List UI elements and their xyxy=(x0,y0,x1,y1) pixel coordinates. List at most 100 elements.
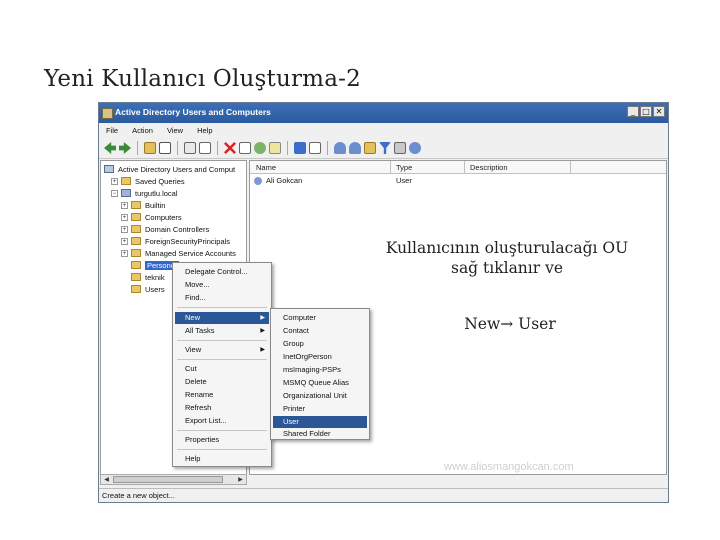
table-row[interactable]: Ali Gokcan User xyxy=(250,176,666,187)
submenu-item-group[interactable]: Group xyxy=(273,338,367,350)
expand-icon[interactable]: + xyxy=(121,237,128,245)
submenu-item-printer[interactable]: Printer xyxy=(273,403,367,415)
column-description[interactable]: Description xyxy=(470,163,508,172)
up-icon[interactable] xyxy=(144,142,156,154)
back-icon[interactable] xyxy=(104,142,116,154)
help-icon[interactable] xyxy=(294,142,306,154)
tree-item-label: Builtin xyxy=(145,200,166,210)
menu-item-delegate-control[interactable]: Delegate Control... xyxy=(175,266,269,278)
row-name: Ali Gokcan xyxy=(266,176,303,185)
filter-icon[interactable] xyxy=(379,142,391,154)
tree-item-root[interactable]: Active Directory Users and Comput xyxy=(104,163,235,175)
menu-separator xyxy=(177,307,267,308)
menu-item-refresh[interactable]: Refresh xyxy=(175,402,269,414)
expand-icon[interactable]: + xyxy=(121,225,128,233)
tree-item-teknik[interactable]: teknik xyxy=(131,271,165,283)
tree-item-domain-controllers[interactable]: + Domain Controllers xyxy=(121,223,209,235)
new-group-icon[interactable] xyxy=(349,142,361,154)
menu-bar: File Action View Help xyxy=(99,123,668,138)
expand-icon[interactable]: + xyxy=(121,213,128,221)
ou-folder-icon xyxy=(131,261,141,269)
menu-item-view[interactable]: View ▶ xyxy=(175,344,269,356)
submenu-arrow-icon: ▶ xyxy=(260,315,265,321)
new-ou-icon[interactable] xyxy=(364,142,376,154)
new-user-icon[interactable] xyxy=(334,142,346,154)
menu-action[interactable]: Action xyxy=(125,126,160,135)
submenu-item-msimaging-psps[interactable]: msImaging-PSPs xyxy=(273,364,367,376)
copy-icon[interactable] xyxy=(199,142,211,154)
domain-icon xyxy=(121,189,131,197)
tree-item-label: Computers xyxy=(145,212,182,222)
collapse-icon[interactable]: − xyxy=(111,189,118,197)
user-icon xyxy=(254,177,262,185)
window-title: Active Directory Users and Computers xyxy=(115,107,271,117)
tree-item-label: ForeignSecurityPrincipals xyxy=(145,236,231,246)
tree-item-computers[interactable]: + Computers xyxy=(121,211,182,223)
submenu-item-msmq-queue-alias[interactable]: MSMQ Queue Alias xyxy=(273,377,367,389)
console-tree-icon[interactable] xyxy=(159,142,171,154)
column-type[interactable]: Type xyxy=(396,163,412,172)
submenu-item-contact[interactable]: Contact xyxy=(273,325,367,337)
forward-icon[interactable] xyxy=(119,142,131,154)
column-name[interactable]: Name xyxy=(256,163,276,172)
toolbar xyxy=(99,138,668,159)
submenu-item-shared-folder[interactable]: Shared Folder xyxy=(273,429,367,439)
properties-icon[interactable] xyxy=(239,142,251,154)
tree-item-saved-queries[interactable]: + Saved Queries xyxy=(111,175,185,187)
expand-icon[interactable]: + xyxy=(121,249,128,257)
tree-item-builtin[interactable]: + Builtin xyxy=(121,199,165,211)
tree-item-foreign-security-principals[interactable]: + ForeignSecurityPrincipals xyxy=(121,235,230,247)
scroll-right-icon[interactable]: ▶ xyxy=(236,475,245,484)
menu-view[interactable]: View xyxy=(160,126,190,135)
title-bar[interactable]: Active Directory Users and Computers _ □… xyxy=(99,103,668,123)
menu-item-export-list[interactable]: Export List... xyxy=(175,415,269,427)
context-menu: Delegate Control... Move... Find... New ▶… xyxy=(172,262,272,467)
toolbar-separator xyxy=(177,141,178,155)
add-to-group-icon[interactable] xyxy=(409,142,421,154)
minimize-button[interactable]: _ xyxy=(627,106,639,117)
tree-item-users[interactable]: Users xyxy=(131,283,165,295)
menu-item-move[interactable]: Move... xyxy=(175,279,269,291)
folder-icon xyxy=(131,213,141,221)
menu-item-all-tasks[interactable]: All Tasks ▶ xyxy=(175,325,269,337)
tree-horizontal-scrollbar[interactable]: ◀ ▶ xyxy=(100,474,247,485)
tree-item-label: Domain Controllers xyxy=(145,224,210,234)
menu-separator xyxy=(177,430,267,431)
export-icon[interactable] xyxy=(269,142,281,154)
expand-icon[interactable]: + xyxy=(111,177,118,185)
find-icon[interactable] xyxy=(394,142,406,154)
watermark: www.aliosmangokcan.com xyxy=(444,461,574,473)
menu-item-cut[interactable]: Cut xyxy=(175,363,269,375)
expand-icon[interactable]: + xyxy=(121,201,128,209)
submenu-item-user[interactable]: User xyxy=(273,416,367,428)
cut-icon[interactable] xyxy=(184,142,196,154)
submenu-item-organizational-unit[interactable]: Organizational Unit xyxy=(273,390,367,402)
filter-view-icon[interactable] xyxy=(309,142,321,154)
menu-help[interactable]: Help xyxy=(190,126,219,135)
delete-icon[interactable] xyxy=(224,142,236,154)
close-button[interactable]: ✕ xyxy=(653,106,665,117)
tree-item-domain[interactable]: − turgutlu.local xyxy=(111,187,178,199)
menu-item-properties[interactable]: Properties xyxy=(175,434,269,446)
app-icon xyxy=(102,108,113,119)
menu-item-new[interactable]: New ▶ xyxy=(175,312,269,324)
menu-item-help[interactable]: Help xyxy=(175,453,269,465)
menu-item-rename[interactable]: Rename xyxy=(175,389,269,401)
scroll-left-icon[interactable]: ◀ xyxy=(102,475,111,484)
menu-item-delete[interactable]: Delete xyxy=(175,376,269,388)
annotation-line-3: New→ User xyxy=(464,315,556,333)
submenu-item-computer[interactable]: Computer xyxy=(273,312,367,324)
maximize-button[interactable]: □ xyxy=(640,106,652,117)
ou-folder-icon xyxy=(131,225,141,233)
submenu-item-inetorgperson[interactable]: InetOrgPerson xyxy=(273,351,367,363)
tree-item-managed-service-accounts[interactable]: + Managed Service Accounts xyxy=(121,247,236,259)
menu-item-label: All Tasks xyxy=(185,326,215,335)
status-bar: Create a new object... xyxy=(99,488,668,503)
tree-item-label: teknik xyxy=(145,272,165,282)
menu-item-find[interactable]: Find... xyxy=(175,292,269,304)
refresh-icon[interactable] xyxy=(254,142,266,154)
tree-item-label: Active Directory Users and Comput xyxy=(118,164,236,174)
menu-file[interactable]: File xyxy=(99,126,125,135)
scroll-thumb[interactable] xyxy=(113,476,223,483)
folder-icon xyxy=(121,177,131,185)
